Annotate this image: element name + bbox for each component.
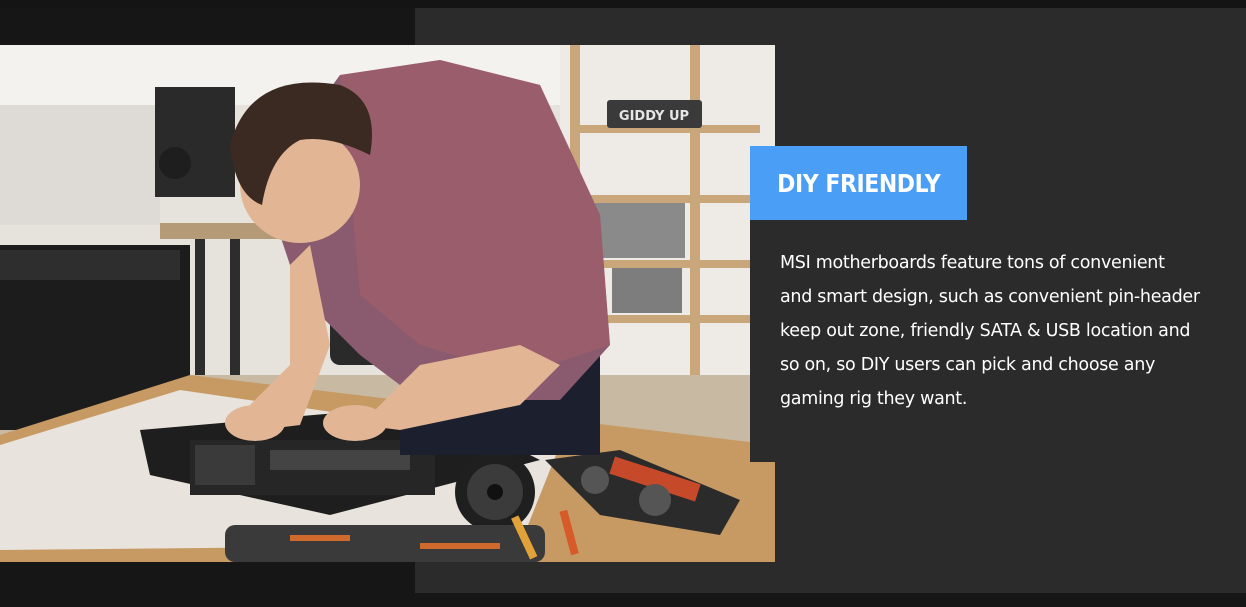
panel-inset bbox=[750, 220, 775, 462]
shelf-sign-text: GIDDY UP bbox=[619, 109, 689, 124]
feature-description: MSI motherboards feature tons of conveni… bbox=[780, 253, 1200, 409]
feature-title-badge: DIY FRIENDLY bbox=[750, 146, 967, 220]
feature-title: DIY FRIENDLY bbox=[776, 168, 941, 198]
feature-photo: GIDDY UP bbox=[0, 45, 775, 562]
top-strip bbox=[0, 0, 1246, 8]
